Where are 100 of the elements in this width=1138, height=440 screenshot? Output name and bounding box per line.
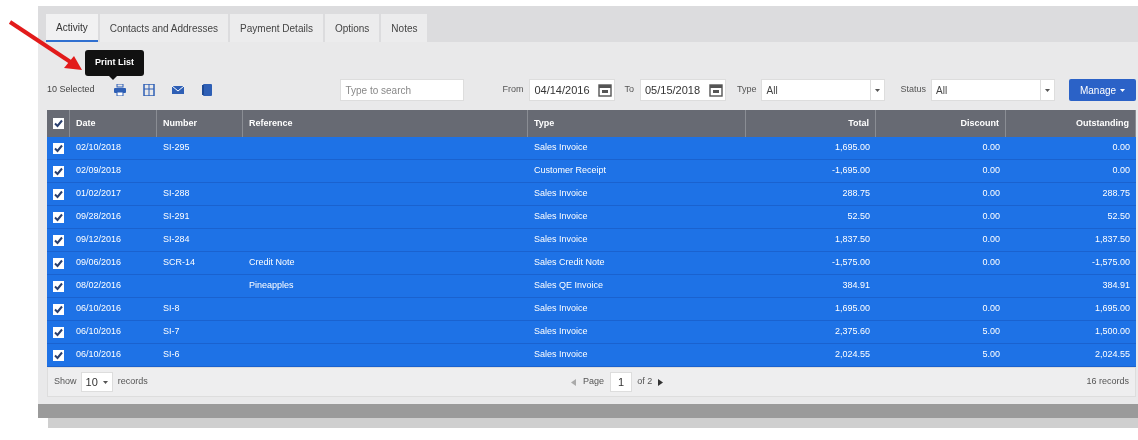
manage-button[interactable]: Manage bbox=[1069, 79, 1136, 101]
table-cell: 288.75 bbox=[842, 187, 870, 201]
table-cell: 0.00 bbox=[982, 164, 1000, 178]
table-cell: 08/02/2016 bbox=[76, 279, 122, 293]
selection-count: 10 Selected bbox=[47, 83, 96, 97]
dropdown[interactable]: All bbox=[931, 79, 1055, 101]
tab[interactable]: Payment Details bbox=[230, 14, 323, 42]
dropdown[interactable]: All bbox=[761, 79, 886, 101]
field-label: From bbox=[502, 83, 524, 97]
table-row[interactable]: 06/10/2016 SI-7 Sales Invoice 2,375.60 5.00 1,500.00 bbox=[47, 321, 1136, 344]
document-icon[interactable] bbox=[201, 84, 213, 96]
table-cell: 384.91 bbox=[842, 279, 870, 293]
tab[interactable]: Contacts and Addresses bbox=[99, 14, 229, 42]
table-row[interactable]: 08/02/2016 Pineapples Sales QE Invoice 384.91 384.91 bbox=[47, 275, 1136, 298]
table-cell: 1,695.00 bbox=[834, 302, 870, 316]
table-cell: 0.00 bbox=[982, 141, 1000, 155]
table-cell: 52.50 bbox=[847, 210, 870, 224]
table-cell: 2,375.60 bbox=[834, 325, 870, 339]
table-cell: 5.00 bbox=[982, 325, 1000, 339]
table-cell: SI-8 bbox=[163, 302, 180, 316]
table-row[interactable]: 06/10/2016 SI-8 Sales Invoice 1,695.00 0.00 1,695.00 bbox=[47, 298, 1136, 321]
table-cell: 384.91 bbox=[1102, 279, 1130, 293]
table-cell: 02/09/2018 bbox=[76, 164, 122, 178]
checkbox[interactable] bbox=[52, 118, 64, 129]
table-cell: Sales Credit Note bbox=[534, 256, 605, 270]
next-page-icon[interactable] bbox=[658, 378, 664, 386]
table-cell: 06/10/2016 bbox=[76, 302, 122, 316]
table-cell: 06/10/2016 bbox=[76, 325, 122, 339]
table-cell: 288.75 bbox=[1102, 187, 1130, 201]
table-cell: 52.50 bbox=[1107, 210, 1130, 224]
table-cell: Sales Invoice bbox=[534, 325, 588, 339]
table-cell: 09/06/2016 bbox=[76, 256, 122, 270]
envelope-icon[interactable] bbox=[172, 84, 184, 96]
table-cell: 0.00 bbox=[982, 302, 1000, 316]
table-cell: Pineapples bbox=[249, 279, 294, 293]
table-cell: Credit Note bbox=[249, 256, 295, 270]
field-label: Status bbox=[900, 83, 926, 97]
table-cell: 06/10/2016 bbox=[76, 348, 122, 362]
caret-icon bbox=[875, 88, 881, 92]
record-count: 16 records bbox=[1086, 375, 1129, 389]
tab[interactable]: Options bbox=[324, 14, 380, 42]
table-cell: 5.00 bbox=[982, 348, 1000, 362]
field-label: Type bbox=[736, 83, 757, 97]
table-cell: 09/28/2016 bbox=[76, 210, 122, 224]
table-cell: Sales Invoice bbox=[534, 348, 588, 362]
footer-label: records bbox=[117, 375, 148, 389]
table-cell: SI-284 bbox=[163, 233, 190, 247]
table-cell: 2,024.55 bbox=[1094, 348, 1130, 362]
table-cell: SI-291 bbox=[163, 210, 190, 224]
table-cell: 0.00 bbox=[982, 256, 1000, 270]
table-cell: Customer Receipt bbox=[534, 164, 607, 178]
footer-label: Show bbox=[54, 375, 77, 389]
tab[interactable]: Activity bbox=[46, 14, 98, 42]
footer-label: of 2 bbox=[637, 375, 653, 389]
table-cell: 1,695.00 bbox=[1094, 302, 1130, 316]
table-cell: 01/02/2017 bbox=[76, 187, 122, 201]
table-cell: 1,500.00 bbox=[1094, 325, 1130, 339]
table-cell: SCR-14 bbox=[163, 256, 195, 270]
table-cell: Sales Invoice bbox=[534, 187, 588, 201]
table-cell: 0.00 bbox=[982, 210, 1000, 224]
table-cell: SI-7 bbox=[163, 325, 180, 339]
table-cell: Sales Invoice bbox=[534, 141, 588, 155]
search-field[interactable]: Type to search bbox=[340, 79, 465, 101]
caret-icon bbox=[1120, 88, 1126, 92]
calendar-icon[interactable] bbox=[598, 83, 613, 97]
table-cell: 1,695.00 bbox=[834, 141, 870, 155]
table-row[interactable]: 01/02/2017 SI-288 Sales Invoice 288.75 0.00 288.75 bbox=[47, 183, 1136, 206]
footer-label: Page bbox=[583, 375, 605, 389]
table-cell: 09/12/2016 bbox=[76, 233, 122, 247]
caret-icon bbox=[1045, 88, 1050, 92]
table-cell: SI-288 bbox=[163, 187, 190, 201]
table-cell: Sales QE Invoice bbox=[534, 279, 604, 293]
table-cell: SI-295 bbox=[163, 141, 190, 155]
calendar-icon[interactable] bbox=[708, 83, 723, 97]
table-cell: -1,575.00 bbox=[831, 256, 870, 270]
table-cell: 0.00 bbox=[1112, 164, 1130, 178]
table-cell: SI-6 bbox=[163, 348, 180, 362]
field-label: To bbox=[624, 83, 634, 97]
table-cell: 0.00 bbox=[1112, 141, 1130, 155]
table-cell: 0.00 bbox=[982, 233, 1000, 247]
table-cell: 2,024.55 bbox=[834, 348, 870, 362]
table-icon[interactable] bbox=[143, 84, 155, 96]
table-row[interactable]: 09/06/2016 SCR-14 Credit Note Sales Credit Note -1,575.00 0.00 -1,575.00 bbox=[47, 252, 1136, 275]
date-field[interactable]: 05/15/2018 bbox=[639, 79, 726, 101]
table-cell: Sales Invoice bbox=[534, 302, 588, 316]
page-field[interactable]: 1 bbox=[610, 372, 633, 392]
table-cell: 02/10/2018 bbox=[76, 141, 122, 155]
table-row[interactable]: 02/09/2018 Customer Receipt -1,695.00 0.00 0.00 bbox=[47, 160, 1136, 183]
table-cell: 0.00 bbox=[982, 187, 1000, 201]
page-size-dropdown[interactable]: 10 bbox=[80, 372, 113, 392]
table-row[interactable]: 09/12/2016 SI-284 Sales Invoice 1,837.50 0.00 1,837.50 bbox=[47, 229, 1136, 252]
table-row[interactable]: 02/10/2018 SI-295 Sales Invoice 1,695.00 0.00 0.00 bbox=[47, 137, 1136, 160]
table-cell: -1,575.00 bbox=[1091, 256, 1130, 270]
table-row[interactable]: 06/10/2016 SI-6 Sales Invoice 2,024.55 5.00 2,024.55 bbox=[47, 344, 1136, 367]
table-cell: Sales Invoice bbox=[534, 233, 588, 247]
print-icon[interactable] bbox=[114, 84, 126, 96]
date-field[interactable]: 04/14/2016 bbox=[529, 79, 616, 101]
table-cell: Sales Invoice bbox=[534, 210, 588, 224]
table-row[interactable]: 09/28/2016 SI-291 Sales Invoice 52.50 0.00 52.50 bbox=[47, 206, 1136, 229]
tab[interactable]: Notes bbox=[381, 14, 428, 42]
